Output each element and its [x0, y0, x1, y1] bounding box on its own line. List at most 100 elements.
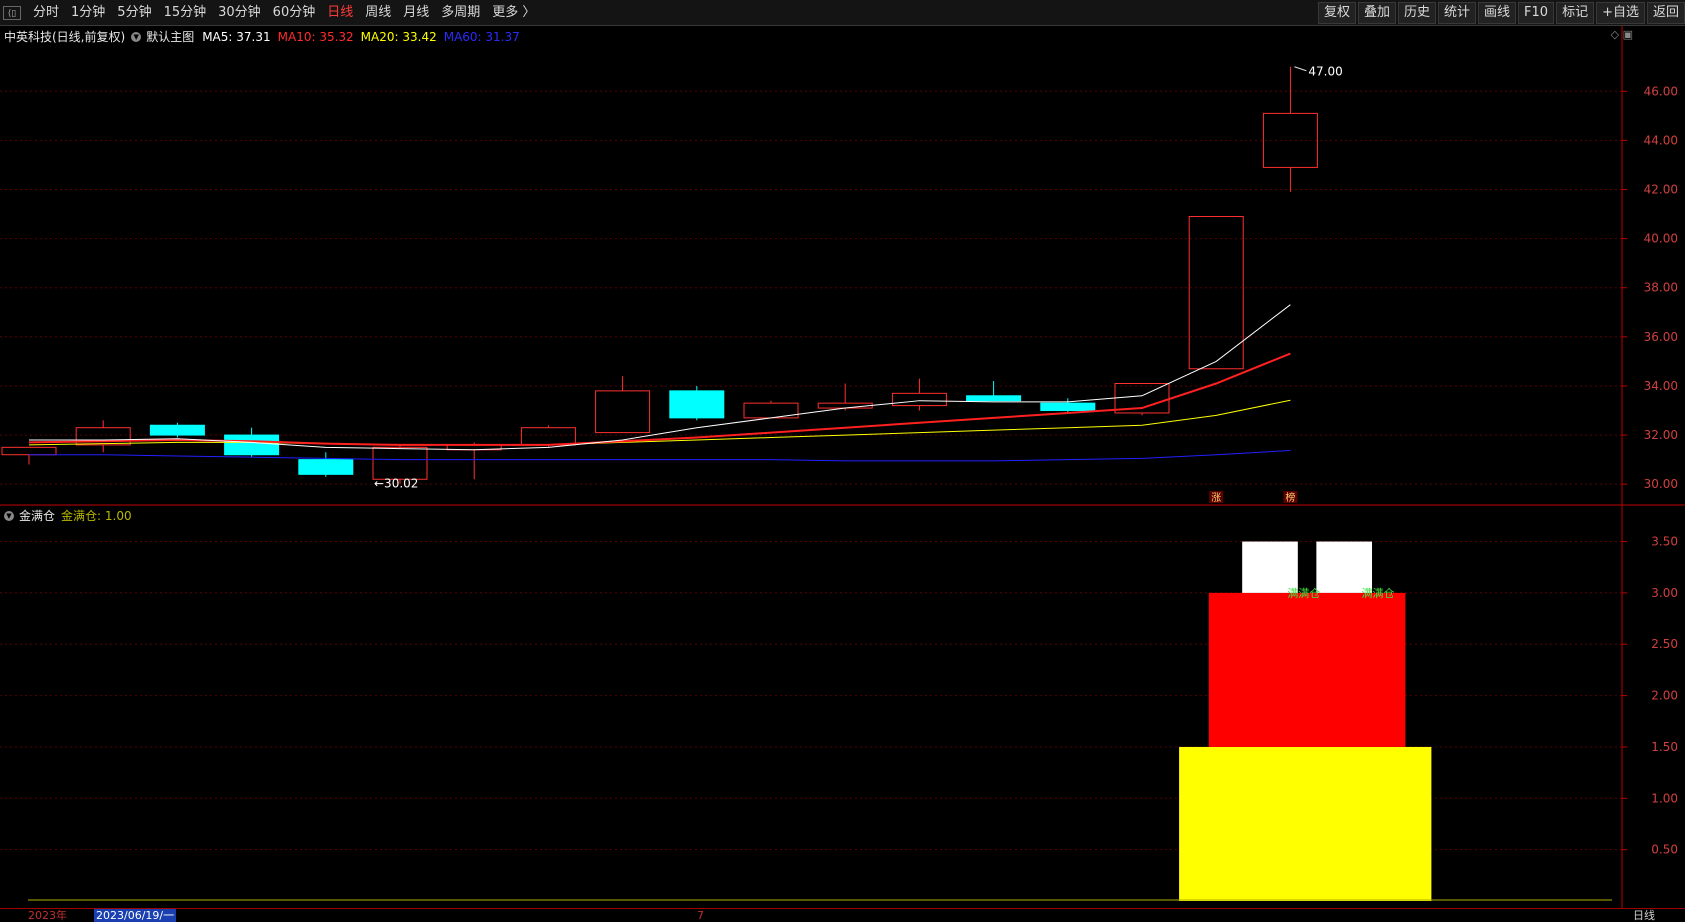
- tool-button-4[interactable]: 画线: [1478, 2, 1517, 24]
- candlesticks: [1, 66, 1318, 484]
- tick-label-main-8: 46.00: [1644, 84, 1678, 98]
- tool-button-6[interactable]: 标记: [1556, 2, 1595, 24]
- period-label: 日线: [1633, 909, 1655, 922]
- chart-annotations: 47.00 ←30.02 涨 榜: [374, 65, 1343, 504]
- tick-label-sub-3: 2.00: [1651, 689, 1678, 703]
- tick-label-main-6: 42.00: [1644, 183, 1678, 197]
- tick-label-main-0: 30.00: [1644, 477, 1678, 491]
- tick-label-sub-6: 3.50: [1651, 535, 1678, 549]
- tick-label-main-3: 36.00: [1644, 330, 1678, 344]
- indicator-bar-0: [1179, 746, 1432, 901]
- ma-legend-item-3: MA60: 31.37: [443, 29, 520, 44]
- low-marker-label: ←30.02: [374, 477, 418, 491]
- candle-2: [149, 422, 205, 438]
- tick-label-sub-5: 3.00: [1651, 586, 1678, 600]
- period-tab-9[interactable]: 多周期: [435, 0, 486, 26]
- period-tab-1[interactable]: 1分钟: [65, 0, 111, 26]
- indicator-bar-3: [1316, 541, 1373, 593]
- candle-15: [1114, 383, 1170, 416]
- cursor-date: 2023/06/19/一: [94, 909, 177, 922]
- tool-button-0[interactable]: 复权: [1317, 2, 1356, 24]
- tick-label-sub-1: 1.00: [1651, 791, 1678, 805]
- candle-body-14: [1040, 402, 1096, 412]
- main-grid: [0, 90, 1622, 485]
- kline-chart[interactable]: 满满仓 满满仓 30.00 32.00 34.00 36.00 38.00 40.00 42.…: [0, 26, 1685, 908]
- indicator-name[interactable]: 金满仓: [19, 507, 55, 524]
- candle-body-5: [372, 446, 428, 480]
- badge-1: 榜: [1285, 491, 1295, 504]
- period-toolbar: ⟨▯ 分时 1分钟 5分钟 15分钟 30分钟 60分钟 日线 周线 月线 多周期 更多 〉 复权叠…: [0, 0, 1685, 26]
- candle-16: [1188, 216, 1244, 370]
- candle-1: [75, 420, 131, 453]
- tick-label-main-5: 40.00: [1644, 232, 1678, 246]
- indicator-bar-2: [1242, 541, 1298, 593]
- month-tick: 7: [697, 909, 704, 922]
- ma60-line: [29, 450, 1291, 462]
- ma20-line: [28, 399, 1291, 446]
- candle-body-0: [1, 446, 57, 456]
- tick-label-main-4: 38.00: [1644, 281, 1678, 295]
- candle-body-4: [298, 459, 354, 475]
- year-label: 2023年: [28, 909, 67, 922]
- dropdown-circle-icon[interactable]: ▼: [131, 31, 142, 42]
- indicator-bars: 满满仓 满满仓: [28, 541, 1612, 901]
- ma-legend-item-2: MA20: 33.42: [360, 29, 437, 44]
- candle-body-12: [891, 392, 947, 407]
- candle-body-8: [595, 390, 651, 434]
- tick-label-sub-0: 0.50: [1651, 843, 1678, 857]
- candle-8: [595, 376, 651, 434]
- candle-body-3: [224, 434, 280, 456]
- price-axis: 30.00 32.00 34.00 36.00 38.00 40.00 42.00 44.00…: [0, 26, 1685, 908]
- tick-label-main-2: 34.00: [1644, 379, 1678, 393]
- stock-title[interactable]: 中英科技(日线,前复权): [4, 28, 125, 45]
- ma-legend-item-0: MA5: 37.31: [202, 29, 271, 44]
- period-tab-6[interactable]: 日线: [321, 0, 359, 26]
- candle-17: [1262, 66, 1318, 192]
- tool-button-1[interactable]: 叠加: [1357, 2, 1396, 24]
- period-tab-10[interactable]: 更多 〉: [486, 0, 541, 26]
- back-arrow-icon[interactable]: ⟨▯: [3, 6, 21, 20]
- candle-body-9: [669, 390, 725, 419]
- moving-average-lines: [28, 304, 1291, 462]
- period-tab-7[interactable]: 周线: [359, 0, 397, 26]
- candle-13: [966, 381, 1022, 402]
- status-bar: 2023年 2023/06/19/一 7 日线: [0, 908, 1685, 922]
- indicator-bar-1: [1208, 592, 1406, 747]
- tick-label-main-7: 44.00: [1644, 133, 1678, 147]
- period-tab-0[interactable]: 分时: [27, 0, 65, 26]
- main-info-bar: 中英科技(日线,前复权) ▼ 默认主图 MA5: 37.31 MA10: 35.3…: [4, 28, 527, 45]
- tick-label-sub-4: 2.50: [1651, 637, 1678, 651]
- candle-0: [1, 446, 57, 465]
- tool-button-3[interactable]: 统计: [1438, 2, 1477, 24]
- tool-button-5[interactable]: F10: [1518, 2, 1555, 24]
- candle-9: [669, 385, 725, 421]
- tool-button-2[interactable]: 历史: [1397, 2, 1436, 24]
- ma-legend-item-1: MA10: 35.32: [277, 29, 354, 44]
- high-marker-label: 47.00: [1308, 65, 1342, 79]
- period-tab-2[interactable]: 5分钟: [111, 0, 157, 26]
- candle-body-13: [966, 395, 1022, 402]
- indicator-value: 金满仓: 1.00: [61, 509, 132, 523]
- template-label[interactable]: 默认主图: [146, 28, 194, 45]
- sub-info-bar: ▼ 金满仓 金满仓: 1.00: [4, 507, 132, 524]
- candle-body-16: [1188, 216, 1244, 370]
- ma-legend: MA5: 37.31 MA10: 35.32 MA20: 33.42 MA60: 31…: [202, 30, 527, 44]
- period-tab-4[interactable]: 30分钟: [212, 0, 267, 26]
- period-tab-5[interactable]: 60分钟: [267, 0, 322, 26]
- candle-12: [891, 378, 947, 411]
- tool-button-8[interactable]: 返回: [1646, 2, 1685, 24]
- signal-text-1: 满满仓: [1362, 586, 1395, 600]
- signal-text-0: 满满仓: [1287, 586, 1320, 600]
- ma5-line: [29, 304, 1291, 451]
- high-marker-pointer: [1294, 66, 1307, 72]
- period-tab-8[interactable]: 月线: [397, 0, 435, 26]
- tool-button-7[interactable]: +自选: [1596, 2, 1645, 24]
- window-control-icons[interactable]: ◇ ▣: [1611, 28, 1633, 41]
- candle-body-7: [520, 427, 576, 446]
- dropdown-circle-icon[interactable]: ▼: [4, 510, 14, 521]
- tick-label-main-1: 32.00: [1644, 428, 1678, 442]
- period-tab-3[interactable]: 15分钟: [158, 0, 213, 26]
- candle-body-2: [149, 424, 205, 436]
- candle-body-11: [817, 402, 873, 409]
- tick-label-sub-2: 1.50: [1651, 740, 1678, 754]
